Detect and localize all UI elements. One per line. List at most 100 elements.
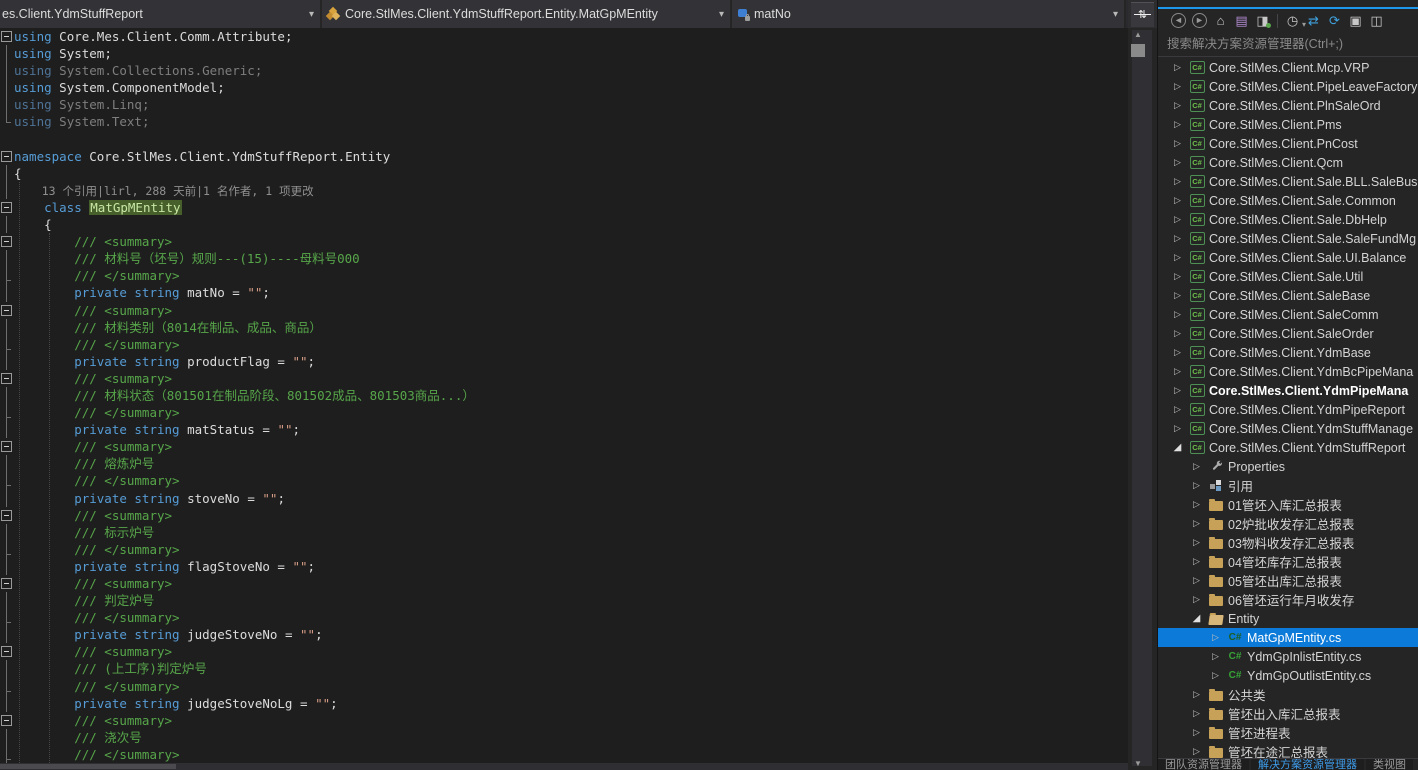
code-line[interactable]: private string productFlag = "";: [0, 353, 1128, 370]
code-line[interactable]: /// 浇次号: [0, 729, 1128, 746]
panel-tab[interactable]: 解决方案资源管理器: [1251, 759, 1364, 770]
code-line[interactable]: /// <summary>: [0, 302, 1128, 319]
tree-item[interactable]: ▷C#Core.StlMes.Client.Sale.UI.Balance: [1158, 248, 1418, 267]
editor-vertical-scrollbar[interactable]: ▲ ▼: [1128, 28, 1157, 770]
collapsed-arrow-icon[interactable]: ▷: [1187, 575, 1206, 586]
collapsed-arrow-icon[interactable]: ▷: [1187, 518, 1206, 529]
tree-item[interactable]: ▷C#YdmGpOutlistEntity.cs: [1158, 666, 1418, 685]
code-line[interactable]: /// </summary>: [0, 267, 1128, 284]
code-line[interactable]: /// 材料号（坯号）规则---(15)----母料号000: [0, 250, 1128, 267]
collapsed-arrow-icon[interactable]: ▷: [1206, 670, 1225, 681]
tree-item[interactable]: ▷03物料收发存汇总报表: [1158, 533, 1418, 552]
collapsed-arrow-icon[interactable]: ▷: [1168, 366, 1187, 377]
code-line[interactable]: /// 材料类别（8014在制品、成品、商品）: [0, 319, 1128, 336]
fold-collapse-icon[interactable]: [0, 438, 14, 455]
code-line[interactable]: [0, 131, 1128, 148]
collapsed-arrow-icon[interactable]: ▷: [1187, 461, 1206, 472]
collapsed-arrow-icon[interactable]: ▷: [1168, 423, 1187, 434]
tree-item[interactable]: ◢Entity: [1158, 609, 1418, 628]
collapsed-arrow-icon[interactable]: ▷: [1187, 499, 1206, 510]
editor-horizontal-scrollbar[interactable]: [0, 763, 1128, 770]
collapsed-arrow-icon[interactable]: ▷: [1168, 100, 1187, 111]
scrollbar-track[interactable]: [1132, 30, 1152, 766]
code-line[interactable]: private string judgeStoveNo = "";: [0, 626, 1128, 643]
tree-item[interactable]: ▷C#Core.StlMes.Client.Qcm: [1158, 153, 1418, 172]
collapsed-arrow-icon[interactable]: ▷: [1187, 480, 1206, 491]
collapsed-arrow-icon[interactable]: ▷: [1206, 632, 1225, 643]
fold-collapse-icon[interactable]: [0, 370, 14, 387]
project-dropdown[interactable]: es.Client.YdmStuffReport ▾: [0, 0, 322, 28]
code-line[interactable]: /// 判定炉号: [0, 592, 1128, 609]
collapsed-arrow-icon[interactable]: ▷: [1168, 328, 1187, 339]
tree-item[interactable]: ▷管坯进程表: [1158, 723, 1418, 742]
tree-item[interactable]: ▷C#Core.StlMes.Client.YdmBcPipeMana: [1158, 362, 1418, 381]
collapsed-arrow-icon[interactable]: ▷: [1168, 252, 1187, 263]
code-line[interactable]: /// <summary>: [0, 507, 1128, 524]
collapsed-arrow-icon[interactable]: ▷: [1168, 214, 1187, 225]
tree-item[interactable]: ▷Properties: [1158, 457, 1418, 476]
tree-item[interactable]: ▷C#Core.StlMes.Client.YdmPipeMana: [1158, 381, 1418, 400]
tree-item[interactable]: ▷05管坯出库汇总报表: [1158, 571, 1418, 590]
collapsed-arrow-icon[interactable]: ▷: [1168, 233, 1187, 244]
code-line[interactable]: using System;: [0, 45, 1128, 62]
code-line[interactable]: using System.Text;: [0, 113, 1128, 130]
code-line[interactable]: /// <summary>: [0, 233, 1128, 250]
collapsed-arrow-icon[interactable]: ▷: [1168, 404, 1187, 415]
fold-collapse-icon[interactable]: [0, 507, 14, 524]
code-line[interactable]: /// </summary>: [0, 609, 1128, 626]
collapsed-arrow-icon[interactable]: ▷: [1168, 195, 1187, 206]
code-line[interactable]: /// </summary>: [0, 746, 1128, 763]
code-line[interactable]: {: [0, 216, 1128, 233]
tree-item[interactable]: ▷C#Core.StlMes.Client.Mcp.VRP: [1158, 58, 1418, 77]
collapsed-arrow-icon[interactable]: ▷: [1168, 157, 1187, 168]
code-line[interactable]: namespace Core.StlMes.Client.YdmStuffRep…: [0, 148, 1128, 165]
code-line[interactable]: /// 标示炉号: [0, 524, 1128, 541]
code-line[interactable]: /// 熔炼炉号: [0, 455, 1128, 472]
collapsed-arrow-icon[interactable]: ▷: [1187, 537, 1206, 548]
code-line[interactable]: /// </summary>: [0, 541, 1128, 558]
tree-item[interactable]: ▷引用: [1158, 476, 1418, 495]
code-line[interactable]: /// 材料状态（801501在制品阶段、801502成品、801503商品..…: [0, 387, 1128, 404]
tree-item[interactable]: ▷公共类: [1158, 685, 1418, 704]
tree-item[interactable]: ▷C#Core.StlMes.Client.YdmPipeReport: [1158, 400, 1418, 419]
member-dropdown[interactable]: matNo ▾: [732, 0, 1126, 28]
code-editor[interactable]: using Core.Mes.Client.Comm.Attribute;usi…: [0, 28, 1128, 763]
tree-item[interactable]: ▷02炉批收发存汇总报表: [1158, 514, 1418, 533]
code-line[interactable]: /// </summary>: [0, 336, 1128, 353]
collapsed-arrow-icon[interactable]: ▷: [1168, 385, 1187, 396]
code-line[interactable]: {: [0, 165, 1128, 182]
tree-item[interactable]: ▷C#Core.StlMes.Client.Sale.DbHelp: [1158, 210, 1418, 229]
tree-item[interactable]: ▷C#Core.StlMes.Client.Sale.Common: [1158, 191, 1418, 210]
collapse-all-icon[interactable]: ▣: [1345, 11, 1366, 30]
collapsed-arrow-icon[interactable]: ▷: [1187, 594, 1206, 605]
tree-item[interactable]: ◢C#Core.StlMes.Client.YdmStuffReport: [1158, 438, 1418, 457]
tree-item[interactable]: ▷C#Core.StlMes.Client.SaleBase: [1158, 286, 1418, 305]
tree-item[interactable]: ▷C#Core.StlMes.Client.SaleComm: [1158, 305, 1418, 324]
fold-collapse-icon[interactable]: [0, 575, 14, 592]
split-editor-button[interactable]: ⇅: [1131, 2, 1154, 27]
expanded-arrow-icon[interactable]: ◢: [1187, 613, 1206, 624]
code-line[interactable]: using Core.Mes.Client.Comm.Attribute;: [0, 28, 1128, 45]
code-line[interactable]: /// </summary>: [0, 404, 1128, 421]
collapsed-arrow-icon[interactable]: ▷: [1168, 290, 1187, 301]
forward-icon[interactable]: ►: [1189, 11, 1210, 30]
collapsed-arrow-icon[interactable]: ▷: [1168, 347, 1187, 358]
tree-item[interactable]: ▷C#YdmGpInlistEntity.cs: [1158, 647, 1418, 666]
collapsed-arrow-icon[interactable]: ▷: [1187, 556, 1206, 567]
scrollbar-thumb[interactable]: [0, 764, 176, 769]
switch-views-icon[interactable]: ▤: [1231, 11, 1252, 30]
tree-item[interactable]: ▷C#Core.StlMes.Client.Sale.Util: [1158, 267, 1418, 286]
panel-tab[interactable]: 类视图: [1366, 759, 1413, 770]
code-line[interactable]: /// <summary>: [0, 643, 1128, 660]
collapsed-arrow-icon[interactable]: ▷: [1187, 689, 1206, 700]
tree-item[interactable]: ▷C#Core.StlMes.Client.YdmStuffManage: [1158, 419, 1418, 438]
scroll-up-icon[interactable]: ▲: [1128, 30, 1148, 39]
tree-item[interactable]: ▷C#Core.StlMes.Client.PnCost: [1158, 134, 1418, 153]
expanded-arrow-icon[interactable]: ◢: [1168, 442, 1187, 453]
tree-item[interactable]: ▷C#Core.StlMes.Client.YdmBase: [1158, 343, 1418, 362]
panel-tab[interactable]: 团队资源管理器: [1158, 759, 1249, 770]
tree-item[interactable]: ▷管坯在途汇总报表: [1158, 742, 1418, 758]
code-line[interactable]: using System.Collections.Generic;: [0, 62, 1128, 79]
tree-item[interactable]: ▷C#Core.StlMes.Client.SaleOrder: [1158, 324, 1418, 343]
code-line[interactable]: /// (上工序)判定炉号: [0, 660, 1128, 677]
